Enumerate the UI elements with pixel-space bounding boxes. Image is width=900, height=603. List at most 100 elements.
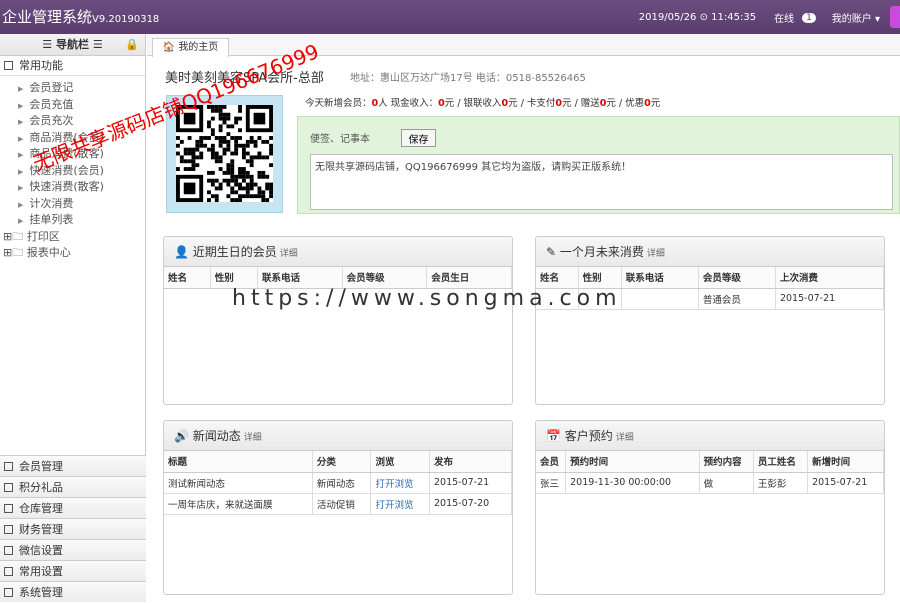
column-header: 会员 xyxy=(536,451,567,473)
notepad: 便签、记事本 保存 无限共享源码店铺，QQ196676999 其它均为盗版，请购… xyxy=(297,116,900,214)
sidebar-item-label: 商品消费(会员) xyxy=(29,130,104,144)
caret-right-icon: ▶ xyxy=(18,118,24,126)
table-cell xyxy=(621,288,699,310)
stat-label: 元 / 赠送 xyxy=(562,98,600,109)
inactive-panel: ✎ 一个月未来消费 详细 姓名 性别 联系电话 会员等级 上次消费 普通会员 2015-07-… xyxy=(535,236,885,405)
table-cell: 测试新闻动态 xyxy=(164,472,313,494)
notepad-textarea[interactable]: 无限共享源码店铺，QQ196676999 其它均为盗版，请购买正版系统！ xyxy=(310,154,893,210)
sidebar-item[interactable]: ▶ 商品消费(会员) xyxy=(0,130,145,147)
table-cell[interactable]: 打开浏览 xyxy=(370,493,430,515)
caret-right-icon: ▶ xyxy=(18,200,24,209)
stat-label: 人 现金收入： xyxy=(378,98,439,109)
table-cell: 2015-07-21 xyxy=(429,472,512,494)
column-header: 性别 xyxy=(210,267,259,289)
table-cell: 2015-07-20 xyxy=(429,493,512,515)
sidebar: ☰ 导航栏 ☰ 🔒 常用功能 ▶ 会员登记 ▶ 会员充值 ▶ 会员充次 ▶ 商品消费(会员) ▶ 商… xyxy=(0,34,146,602)
column-header: 会员生日 xyxy=(426,267,512,289)
table-cell: 一周年店庆，来就送面膜 xyxy=(164,493,313,515)
column-header: 标题 xyxy=(164,451,313,473)
sidebar-group[interactable]: 积分礼品 xyxy=(0,476,146,497)
caret-right-icon: ▶ xyxy=(18,217,24,225)
table-row: 测试新闻动态 新闻动态 打开浏览 2015-07-21 xyxy=(164,472,512,494)
panel-title: 一个月未来消费 xyxy=(559,245,644,259)
sidebar-group[interactable]: 财务管理 xyxy=(0,518,146,539)
column-header: 发布 xyxy=(429,451,512,473)
more-link[interactable]: 详细 xyxy=(616,433,634,443)
birthday-panel: 👤 近期生日的会员 详细 姓名 性别 联系电话 会员等级 会员生日 xyxy=(163,236,513,405)
sidebar-item[interactable]: ▶ 快速消费(散客) xyxy=(0,179,145,196)
sidebar-item-label: 快速消费(会员) xyxy=(29,163,104,177)
sidebar-item[interactable]: ▶ 计次消费 xyxy=(0,196,145,213)
tab-home[interactable]: 🏠 我的主页 xyxy=(152,38,229,57)
sidebar-group[interactable]: 仓库管理 xyxy=(0,497,146,518)
nav-header[interactable]: ☰ 导航栏 ☰ 🔒 xyxy=(0,34,145,56)
group-label: 常用功能 xyxy=(19,59,63,72)
tree-item[interactable]: ⊞🗀 报表中心 xyxy=(0,245,145,262)
user-icon: 👤 xyxy=(174,245,189,259)
sidebar-item[interactable]: ▶ 商品消费(散客) xyxy=(0,146,145,163)
column-header: 预约时间 xyxy=(565,451,700,473)
column-header: 预约内容 xyxy=(699,451,754,473)
sidebar-item-label: 会员登记 xyxy=(29,81,74,94)
today-stats: 今天新增会员：0人 现金收入：0元 / 银联收入0元 / 卡支付0元 / 赠送0… xyxy=(305,95,660,109)
panel-title: 新闻动态 xyxy=(192,429,241,443)
sidebar-item[interactable]: ▶ 会员充次 xyxy=(0,113,145,130)
collapse-icon xyxy=(4,61,13,70)
column-header: 会员等级 xyxy=(698,267,776,289)
column-header: 性别 xyxy=(578,267,622,289)
sidebar-group-label: 常用设置 xyxy=(19,565,63,578)
tree-item-label: 打印区 xyxy=(26,229,60,243)
account-menu[interactable]: 我的账户 ▾ xyxy=(832,10,880,25)
sidebar-item[interactable]: ▶ 挂单列表 xyxy=(0,212,145,229)
more-link[interactable]: 详细 xyxy=(647,249,665,259)
more-link[interactable]: 详细 xyxy=(280,249,298,259)
online-count-badge[interactable]: 1 xyxy=(802,12,816,23)
corner-toggle[interactable] xyxy=(890,6,900,28)
column-header: 浏览 xyxy=(370,451,430,473)
column-header: 会员等级 xyxy=(342,267,428,289)
booking-panel: 📅 客户预约 详细 会员 预约时间 预约内容 员工姓名 新增时间 张三 2019-11-30 … xyxy=(535,420,885,595)
sidebar-group-label: 会员管理 xyxy=(19,460,63,473)
inactive-table: 姓名 性别 联系电话 会员等级 上次消费 普通会员 2015-07-21 xyxy=(536,267,884,310)
sidebar-item-label: 商品消费(散客) xyxy=(29,147,104,160)
nav-title: ☰ 导航栏 ☰ xyxy=(42,38,103,51)
stat-label: 元 / 银联收入 xyxy=(444,98,502,109)
group-common[interactable]: 常用功能 xyxy=(0,56,145,76)
more-link[interactable]: 详细 xyxy=(244,433,262,443)
folder-icon: ⊞🗀 xyxy=(3,246,27,259)
column-header: 姓名 xyxy=(164,267,211,289)
main-area: 🏠 我的主页 美时美刻美容SPA会所-总部 地址：惠山区万达广场17号 电话：0… xyxy=(147,34,900,599)
app-version: V9.20190318 xyxy=(92,14,160,25)
calendar-icon: 📅 xyxy=(546,429,561,443)
table-cell: 2015-07-21 xyxy=(775,288,884,310)
news-panel: 🔊 新闻动态 详细 标题 分类 浏览 发布 测试新闻动态 新闻动态 打开浏览 2015-07-2… xyxy=(163,420,513,595)
column-header: 员工姓名 xyxy=(753,451,809,473)
sidebar-item[interactable]: ▶ 快速消费(会员) xyxy=(0,163,145,180)
sidebar-item[interactable]: ▶ 会员充值 xyxy=(0,97,145,114)
table-cell: 2019-11-30 00:00:00 xyxy=(565,472,700,494)
table-cell xyxy=(536,288,579,310)
lock-icon[interactable]: 🔒 xyxy=(125,34,139,56)
online-label: 在线 xyxy=(774,14,795,25)
notepad-label: 便签、记事本 xyxy=(310,134,370,145)
save-button[interactable]: 保存 xyxy=(401,129,436,147)
stat-label: 今天新增会员： xyxy=(305,98,372,109)
app-title: 企业管理系统 xyxy=(2,8,93,26)
sidebar-group[interactable]: 微信设置 xyxy=(0,539,146,560)
column-header: 新增时间 xyxy=(807,451,884,473)
edit-icon: ✎ xyxy=(546,245,557,259)
tab-bar: 🏠 我的主页 xyxy=(147,34,900,57)
folder-icon: ⊞🗀 xyxy=(3,229,27,243)
sidebar-item[interactable]: ▶ 会员登记 xyxy=(0,80,145,97)
column-header: 上次消费 xyxy=(775,267,884,289)
table-cell xyxy=(578,288,622,310)
sidebar-group-label: 微信设置 xyxy=(19,544,63,557)
tree-item[interactable]: ⊞🗀 打印区 xyxy=(0,229,145,246)
table-cell: 做 xyxy=(699,472,754,494)
column-header: 联系电话 xyxy=(621,267,699,289)
table-cell[interactable]: 打开浏览 xyxy=(370,472,430,494)
table-cell: 普通会员 xyxy=(698,288,776,310)
sidebar-group[interactable]: 会员管理 xyxy=(0,455,146,476)
sidebar-group[interactable]: 常用设置 xyxy=(0,560,146,581)
sidebar-group-label: 系统管理 xyxy=(19,586,63,599)
